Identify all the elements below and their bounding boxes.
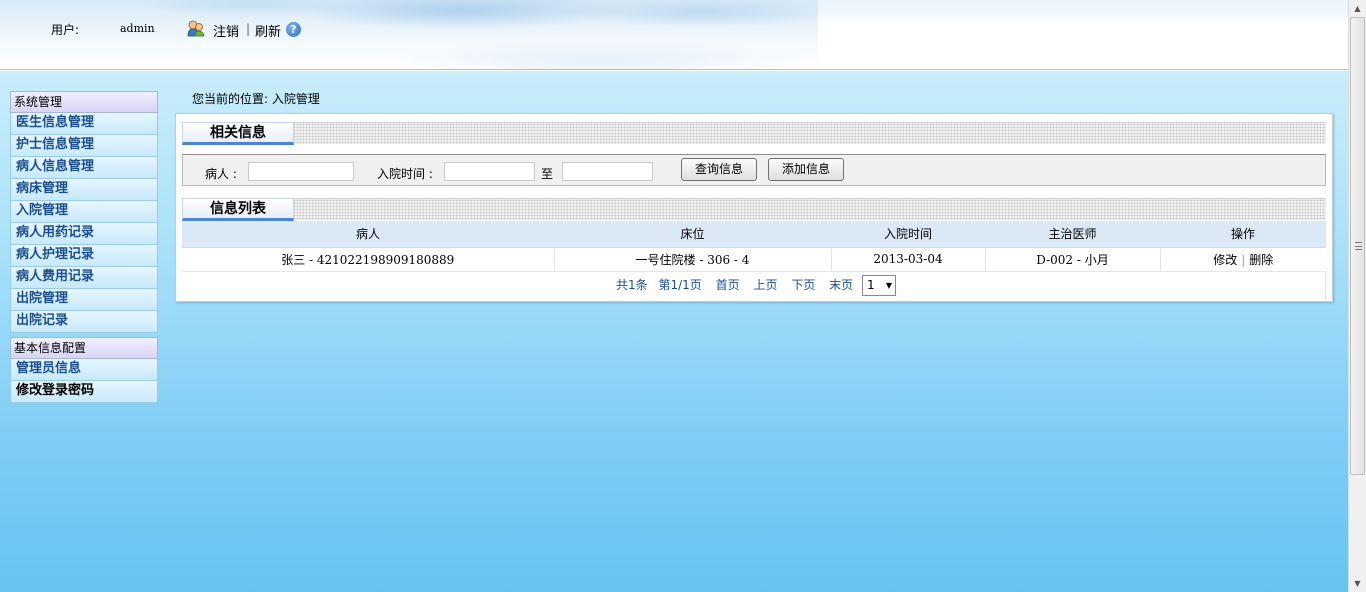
admit-time-to-input[interactable] [562,162,653,181]
sidebar-item-admission[interactable]: 入院管理 [10,201,158,223]
list-section-bar: 信息列表 [182,198,1326,221]
top-header: 用户: admin 注销 | 刷新 ? [0,0,1348,70]
cell-actions: 修改 | 删除 [1160,247,1326,272]
column-header-doctor: 主治医师 [985,221,1160,248]
cell-patient: 张三 - 421022198909180889 [182,247,555,272]
sidebar: 系统管理 医生信息管理 护士信息管理 病人信息管理 病床管理 入院管理 病人用药… [10,91,158,403]
user-label: 用户: [51,23,80,37]
sidebar-item-doctor[interactable]: 医生信息管理 [10,113,158,135]
sidebar-item-discharge[interactable]: 出院管理 [10,289,158,311]
page-select[interactable]: 1 [862,274,896,296]
column-header-bed: 床位 [554,221,831,248]
delete-link[interactable]: 删除 [1249,253,1273,267]
sidebar-item-bed[interactable]: 病床管理 [10,179,158,201]
search-form: 病人 : 入院时间 : 至 查询信息 添加信息 [182,154,1326,186]
sidebar-item-change-password[interactable]: 修改登录密码 [10,381,158,403]
pager-page-info: 第1/1页 [658,278,702,292]
scroll-thumb[interactable] [1350,17,1365,475]
patient-input[interactable] [248,162,354,181]
table-row: 张三 - 421022198909180889 一号住院楼 - 306 - 4 … [182,247,1326,272]
add-button[interactable]: 添加信息 [768,158,844,181]
menu-group-system[interactable]: 系统管理 [10,91,158,113]
breadcrumb: 您当前的位置: 入院管理 [192,92,320,106]
sidebar-item-admin-info[interactable]: 管理员信息 [10,359,158,381]
admission-table: 病人 床位 入院时间 主治医师 操作 张三 - 4210221989091808… [182,221,1326,272]
help-icon[interactable]: ? [286,22,301,37]
cell-doctor: D-002 - 小月 [985,247,1161,272]
scroll-down-icon[interactable]: ▼ [1349,575,1366,592]
pager-next-link[interactable]: 下页 [791,271,815,299]
column-header-actions: 操作 [1160,221,1326,248]
table-header-row: 病人 床位 入院时间 主治医师 操作 [182,221,1326,248]
user-name: admin [120,22,155,35]
logout-link[interactable]: 注销 [213,21,239,40]
user-logout-icon[interactable] [187,20,205,37]
patient-label: 病人 : [205,167,237,181]
query-button[interactable]: 查询信息 [681,158,757,181]
column-header-patient: 病人 [182,221,554,248]
search-section-bar: 相关信息 [182,122,1326,145]
list-section-title: 信息列表 [182,198,294,221]
header-sky-banner [0,0,818,69]
pager-prev-link[interactable]: 上页 [753,271,777,299]
menu-group-basic-config[interactable]: 基本信息配置 [10,337,158,359]
refresh-link[interactable]: 刷新 [255,21,281,40]
sidebar-item-discharge-records[interactable]: 出院记录 [10,311,158,333]
pagination: 共1条 第1/1页 首页 上页 下页 末页 1 [182,271,1326,299]
column-header-admit-time: 入院时间 [831,221,985,248]
content-panel: 相关信息 病人 : 入院时间 : 至 查询信息 添加信息 信息列表 病人 床位 … [175,113,1333,302]
grip-icon [1355,242,1362,250]
cell-admit-time: 2013-03-04 [831,247,986,272]
action-separator: | [1241,252,1246,267]
pager-last-link[interactable]: 末页 [829,271,853,299]
admit-time-label: 入院时间 : [377,167,433,181]
header-separator: | [246,22,251,36]
sidebar-item-patient[interactable]: 病人信息管理 [10,157,158,179]
sidebar-item-nursing[interactable]: 病人护理记录 [10,245,158,267]
sidebar-item-fees[interactable]: 病人费用记录 [10,267,158,289]
edit-link[interactable]: 修改 [1213,253,1237,267]
sidebar-item-nurse[interactable]: 护士信息管理 [10,135,158,157]
search-section-title: 相关信息 [182,122,294,145]
scroll-up-icon[interactable]: ▲ [1349,0,1366,17]
sidebar-item-medication[interactable]: 病人用药记录 [10,223,158,245]
to-label: 至 [541,167,554,181]
cell-bed: 一号住院楼 - 306 - 4 [554,247,832,272]
pager-total: 共1条 [616,278,648,292]
pager-first-link[interactable]: 首页 [716,271,740,299]
vertical-scrollbar[interactable]: ▲ ▼ [1348,0,1366,592]
admit-time-from-input[interactable] [444,162,535,181]
